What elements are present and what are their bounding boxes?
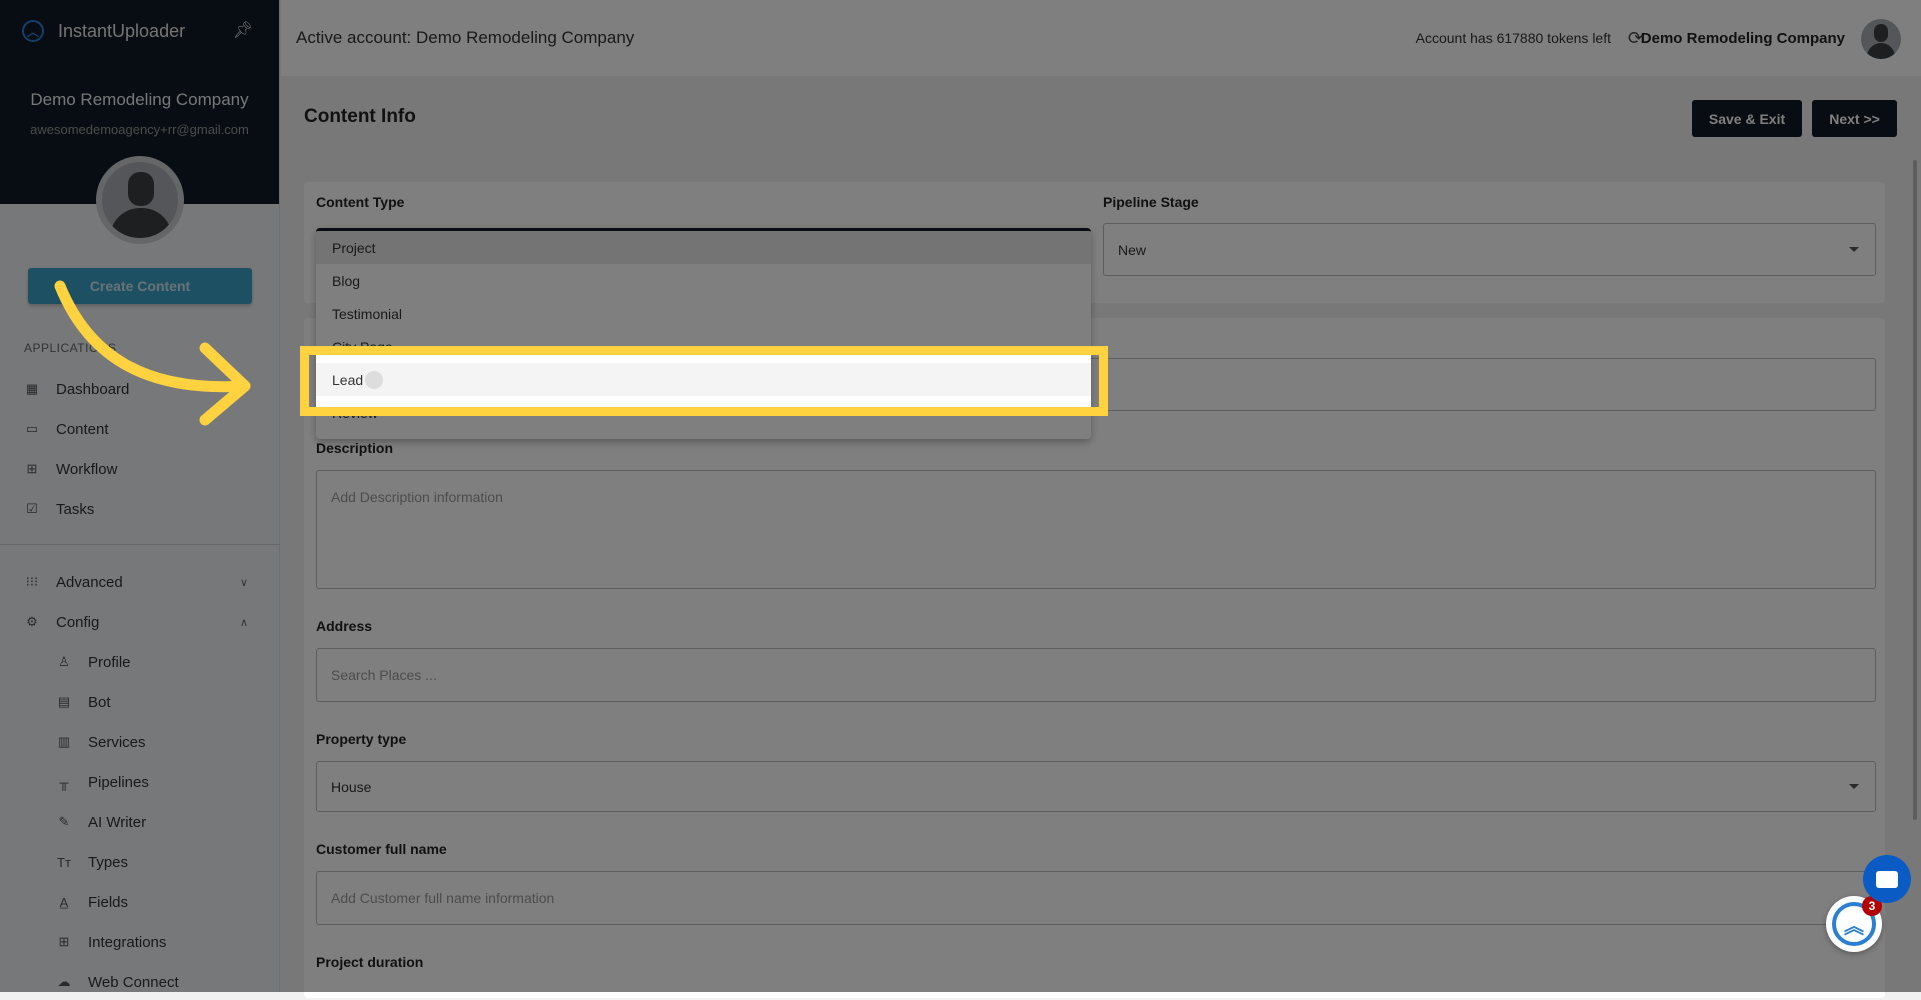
chat-button[interactable] <box>1863 855 1911 903</box>
option-lead[interactable]: Lead <box>316 363 1091 396</box>
cursor-icon <box>365 370 384 389</box>
option-lead-label: Lead <box>332 371 364 388</box>
chat-icon <box>1876 870 1898 888</box>
guide-arrow-icon <box>54 280 251 426</box>
